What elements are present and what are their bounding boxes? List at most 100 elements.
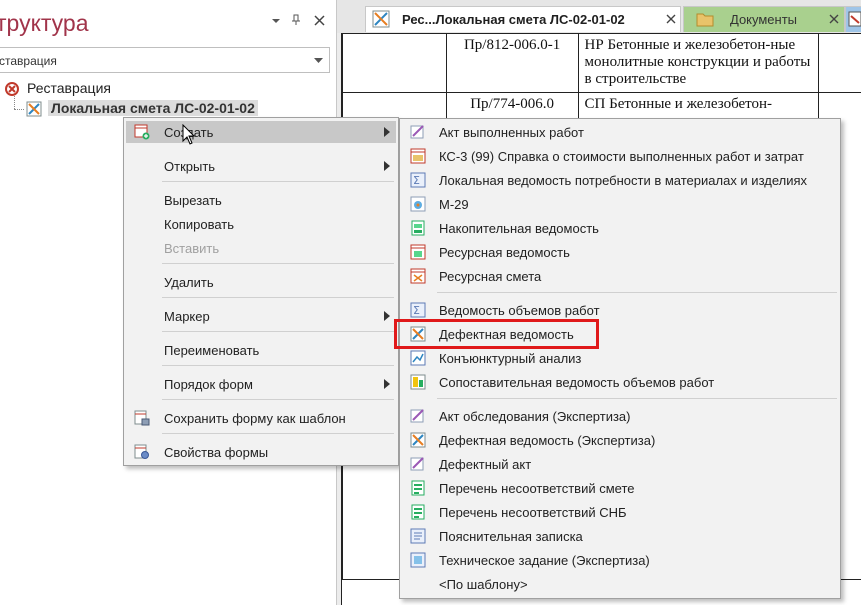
submenu-arrow-icon <box>384 311 390 323</box>
menu-item-create[interactable]: Создать <box>126 121 396 143</box>
submenu-arrow-icon <box>384 379 390 391</box>
menu-separator <box>437 292 837 293</box>
submenu-item[interactable]: Перечень несоответствий смете <box>402 477 838 499</box>
submenu-item[interactable]: Дефектный акт <box>402 453 838 475</box>
submenu-item-label: Локальная ведомость потребности в матери… <box>439 173 808 188</box>
chevron-down-icon[interactable] <box>314 56 323 66</box>
volume-icon: Σ <box>410 302 426 318</box>
note-icon <box>410 528 426 544</box>
submenu-item[interactable]: Ресурсная смета <box>402 265 838 287</box>
act-icon <box>410 124 426 140</box>
table-cell-code: Пр/812-006.0-1 <box>445 33 579 93</box>
submenu-item[interactable]: Акт выполненных работ <box>402 121 838 143</box>
menu-separator <box>162 297 394 298</box>
menu-item-save-template[interactable]: Сохранить форму как шаблон <box>126 407 396 429</box>
tab-other[interactable] <box>845 6 861 32</box>
project-select[interactable]: ставрация <box>0 47 330 73</box>
submenu-item[interactable]: Σ Локальная ведомость потребности в мате… <box>402 169 838 191</box>
restoration-icon <box>4 81 20 100</box>
submenu-item[interactable]: Σ Ведомость объемов работ <box>402 299 838 321</box>
create-submenu: Акт выполненных работ КС-3 (99) Справка … <box>399 118 841 599</box>
menu-separator <box>162 181 394 182</box>
submenu-item-label: Дефектный акт <box>439 457 532 472</box>
defect-act-icon <box>410 456 426 472</box>
menu-item-label: Порядок форм <box>164 377 253 392</box>
context-menu: Создать Открыть Вырезать Копировать Вста… <box>123 117 399 466</box>
close-icon[interactable] <box>314 14 325 29</box>
submenu-item-label: М-29 <box>439 197 469 212</box>
submenu-item[interactable]: Накопительная ведомость <box>402 217 838 239</box>
tab-local-estimate[interactable]: Рес...Локальная смета ЛС-02-01-02 <box>365 6 681 32</box>
tab-bar: Рес...Локальная смета ЛС-02-01-02 Докуме… <box>337 0 861 33</box>
menu-item-label: Переименовать <box>164 343 260 358</box>
submenu-item-label: <По шаблону> <box>439 577 528 592</box>
list-icon <box>410 480 426 496</box>
estimate-icon <box>26 101 42 120</box>
menu-item-copy[interactable]: Копировать <box>126 213 396 235</box>
submenu-item[interactable]: М-29 <box>402 193 838 215</box>
folder-icon <box>696 11 714 30</box>
menu-separator <box>162 263 394 264</box>
menu-separator <box>162 433 394 434</box>
menu-item-label: Удалить <box>164 275 214 290</box>
submenu-item[interactable]: Сопоставительная ведомость объемов работ <box>402 371 838 393</box>
panel-title: труктура <box>0 10 89 36</box>
highlight-frame <box>394 319 599 349</box>
tree-connector <box>14 96 15 109</box>
ks3-icon <box>410 148 426 164</box>
submenu-item[interactable]: КС-3 (99) Справка о стоимости выполненны… <box>402 145 838 167</box>
submenu-item-label: КС-3 (99) Справка о стоимости выполненны… <box>439 149 804 164</box>
mouse-cursor-icon <box>182 123 196 149</box>
menu-item-form-properties[interactable]: Свойства формы <box>126 441 396 463</box>
submenu-arrow-icon <box>384 127 390 139</box>
menu-item-paste: Вставить <box>126 237 396 259</box>
menu-item-label: Открыть <box>164 159 216 174</box>
menu-separator <box>437 398 837 399</box>
submenu-item-label: Ресурсная ведомость <box>439 245 570 260</box>
submenu-item[interactable]: Перечень несоответствий СНБ <box>402 501 838 523</box>
tab-label: Документы <box>730 12 798 27</box>
submenu-item-label: Конъюнктурный анализ <box>439 351 582 366</box>
tree-connector <box>14 109 24 110</box>
tree-child-label: Локальная смета ЛС-02-01-02 <box>48 100 258 116</box>
menu-item-delete[interactable]: Удалить <box>126 271 396 293</box>
document-icon <box>848 11 861 30</box>
close-icon[interactable] <box>829 11 839 27</box>
estimate-icon <box>372 10 390 31</box>
submenu-item[interactable]: Конъюнктурный анализ <box>402 347 838 369</box>
menu-separator <box>162 365 394 366</box>
dropdown-arrow-icon[interactable] <box>271 14 281 29</box>
submenu-item-label: Пояснительная записка <box>439 529 583 544</box>
save-template-icon <box>134 410 150 426</box>
menu-item-label: Копировать <box>164 217 234 232</box>
tab-label: Рес...Локальная смета ЛС-02-01-02 <box>402 12 625 27</box>
close-icon[interactable] <box>666 11 676 27</box>
resource-icon <box>410 244 426 260</box>
submenu-item-label: Техническое задание (Экспертиза) <box>439 553 650 568</box>
pin-icon[interactable] <box>291 14 301 29</box>
submenu-item[interactable]: Ресурсная ведомость <box>402 241 838 263</box>
submenu-item-by-template[interactable]: <По шаблону> <box>402 573 838 595</box>
menu-item-rename[interactable]: Переименовать <box>126 339 396 361</box>
table-cell <box>818 33 861 93</box>
menu-item-cut[interactable]: Вырезать <box>126 189 396 211</box>
menu-item-marker[interactable]: Маркер <box>126 305 396 327</box>
submenu-item[interactable]: Техническое задание (Экспертиза) <box>402 549 838 571</box>
submenu-item[interactable]: Дефектная ведомость (Экспертиза) <box>402 429 838 451</box>
tab-documents[interactable]: Документы <box>683 6 845 32</box>
submenu-arrow-icon <box>384 161 390 173</box>
menu-separator <box>162 399 394 400</box>
properties-icon <box>134 444 150 460</box>
submenu-item[interactable]: Акт обследования (Экспертиза) <box>402 405 838 427</box>
list-snb-icon <box>410 504 426 520</box>
submenu-item-label: Сопоставительная ведомость объемов работ <box>439 375 715 390</box>
sum-icon: Σ <box>410 172 426 188</box>
menu-item-form-order[interactable]: Порядок форм <box>126 373 396 395</box>
accumulate-icon <box>410 220 426 236</box>
m29-icon <box>410 196 426 212</box>
table-cell <box>342 33 447 93</box>
resource-estimate-icon <box>410 268 426 284</box>
menu-item-open[interactable]: Открыть <box>126 155 396 177</box>
submenu-item[interactable]: Пояснительная записка <box>402 525 838 547</box>
svg-text:Σ: Σ <box>413 304 420 317</box>
